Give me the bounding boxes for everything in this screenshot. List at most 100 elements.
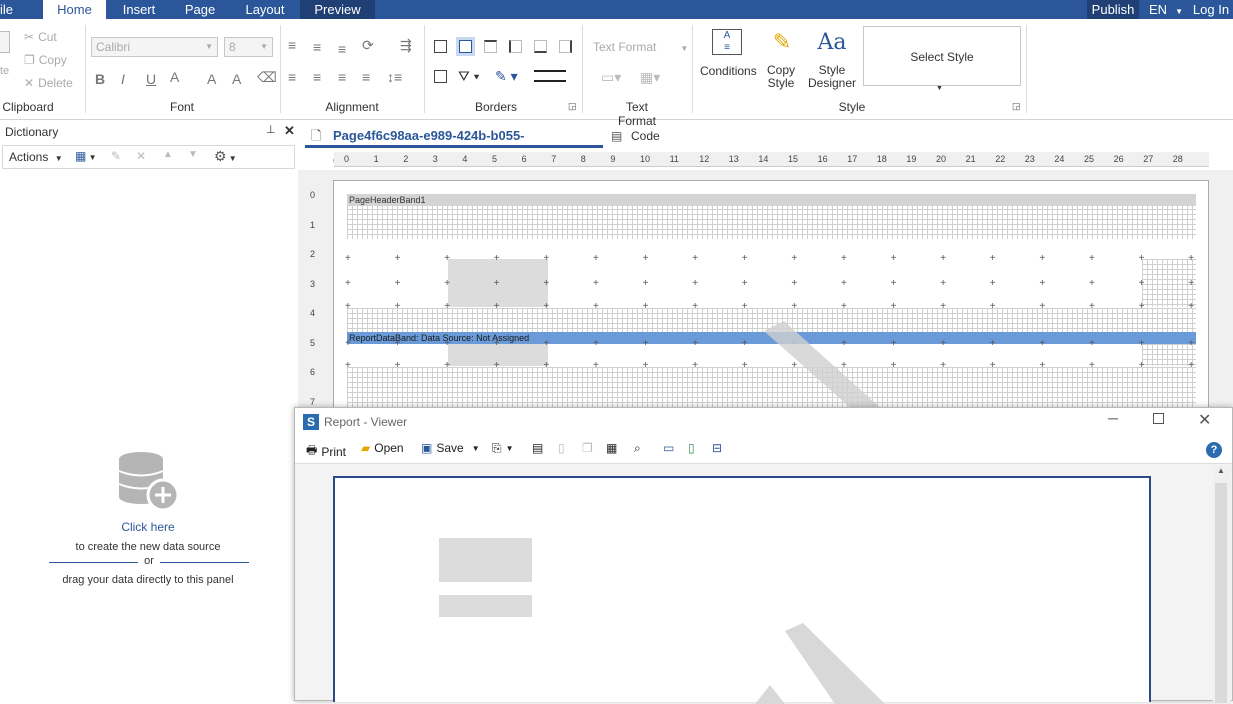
edit-icon[interactable]: ✎ [111, 149, 121, 163]
style-designer-button[interactable]: Style Designer [806, 64, 858, 90]
report-viewer-window[interactable]: S Report - Viewer ─ ✕ 🖶 Print ▰ Open ▣ Save… [294, 407, 1233, 704]
separator [424, 25, 425, 113]
grid-cross: + [940, 338, 947, 349]
grid-cross: + [345, 253, 351, 264]
font-family-select[interactable]: Calibri ▼ [91, 37, 218, 57]
language-selector[interactable]: EN ▼ [1143, 0, 1187, 19]
thumbnails-icon[interactable]: ❐ [582, 441, 593, 455]
copy-style-brush-icon[interactable]: ✎ [767, 31, 797, 55]
pin-icon[interactable]: ⊥ [266, 123, 276, 136]
open-button[interactable]: ▰ Open [361, 441, 404, 455]
underline-icon[interactable]: U [146, 71, 156, 87]
parameters-icon[interactable]: ▯ [558, 441, 565, 455]
bold-icon[interactable]: B [95, 71, 105, 87]
select-style-gallery[interactable]: Select Style [863, 26, 1021, 86]
border-settings-icon[interactable] [434, 70, 447, 83]
move-down-icon[interactable]: ▼ [188, 149, 198, 160]
close-icon[interactable]: ✕ [284, 123, 295, 139]
find-icon[interactable]: ⌕ [634, 441, 641, 456]
border-all-icon[interactable] [434, 40, 447, 53]
move-up-icon[interactable]: ▲ [163, 149, 173, 160]
close-icon[interactable]: ✕ [1198, 410, 1211, 430]
scissors-icon: ✂ [24, 30, 35, 44]
justify-icon[interactable]: ≡ [362, 69, 370, 85]
cut-button[interactable]: ✂ Cut [24, 30, 57, 44]
tab-code[interactable]: ▤ Code [607, 124, 667, 148]
login-button[interactable]: Log In [1189, 0, 1233, 19]
delete-icon[interactable]: ✕ [136, 149, 146, 163]
fill-color-icon[interactable]: ⛛ ▾ [458, 68, 480, 84]
font-size-select[interactable]: 8 ▼ [224, 37, 273, 57]
border-none-icon[interactable] [456, 37, 475, 56]
align-center-icon[interactable]: ≡ [313, 69, 321, 85]
report-page[interactable]: PageHeaderBand1 ReportDataBand: Data Sou… [333, 180, 1209, 410]
gear-icon[interactable]: ⚙ ▼ [214, 148, 237, 165]
new-item-icon[interactable]: ▦ ▼ [75, 149, 96, 163]
shrink-font-icon[interactable]: A [232, 71, 241, 87]
vertical-scrollbar[interactable]: ▲ [1213, 466, 1231, 703]
chevron-down-icon[interactable]: ▼ [936, 85, 943, 92]
copy-style-button[interactable]: Copy Style [760, 64, 802, 90]
create-data-source-link[interactable]: Click here [0, 520, 296, 534]
conditions-label[interactable]: Conditions [700, 64, 757, 78]
border-style-icon[interactable] [534, 70, 566, 82]
send-email-button[interactable]: ⎘ ▼ [492, 441, 514, 456]
publish-button[interactable]: Publish [1087, 0, 1139, 19]
document-tabs: 🗋Page4f6c98aa-e989-424b-b055-e26809e3ce3… [305, 124, 1233, 167]
ruler-mark: 19 [906, 154, 917, 164]
tab-page-designer[interactable]: 🗋Page4f6c98aa-e989-424b-b055-e26809e3ce3… [305, 124, 603, 167]
bookmarks-icon[interactable]: ▤ [532, 441, 543, 455]
borders-dialog-launcher-icon[interactable]: ◲ [568, 101, 577, 112]
maximize-icon[interactable] [1153, 413, 1164, 424]
border-left-icon[interactable] [509, 40, 522, 53]
clear-format-icon[interactable]: ⌫ [257, 69, 277, 85]
font-color-icon[interactable]: A [170, 69, 179, 85]
grid-cross: + [989, 360, 996, 371]
align-bottom-icon[interactable]: ≡ [338, 41, 346, 57]
single-page-icon[interactable]: ▭ [663, 441, 674, 455]
line-spacing-icon[interactable]: ↕≡ [387, 69, 402, 85]
multiple-pages-icon[interactable]: ⊟ [712, 441, 722, 455]
tab-home[interactable]: Home [43, 0, 106, 19]
print-button[interactable]: 🖶 Print [306, 441, 346, 462]
help-icon[interactable]: ? [1206, 442, 1222, 458]
minimize-icon[interactable]: ─ [1108, 410, 1118, 426]
cut-label: Cut [38, 30, 57, 44]
tab-preview[interactable]: Preview [300, 0, 375, 19]
copy-button[interactable]: ❐ Copy [24, 53, 67, 67]
tab-file[interactable]: ile [0, 0, 16, 19]
save-button[interactable]: ▣ Save ▼ [421, 441, 480, 455]
rotate-text-icon[interactable]: ⟳ [362, 37, 374, 53]
align-right-icon[interactable]: ≡ [338, 69, 346, 85]
delete-button[interactable]: ✕ Delete [24, 76, 73, 90]
actions-menu[interactable]: Actions ▼ [9, 150, 63, 164]
italic-icon[interactable]: I [121, 71, 125, 87]
continuous-page-icon[interactable]: ▯ [688, 441, 695, 455]
ruler-mark: 11 [669, 154, 679, 164]
conditions-icon[interactable]: A ≡ [712, 29, 742, 55]
grow-font-icon[interactable]: A [207, 71, 216, 87]
editor-icon[interactable]: ▦ [606, 441, 617, 455]
align-left-icon[interactable]: ≡ [288, 69, 296, 85]
tab-page[interactable]: Page [172, 0, 228, 19]
border-right-icon[interactable] [559, 40, 572, 53]
border-bottom-icon[interactable] [534, 40, 547, 53]
database-add-icon[interactable] [117, 450, 181, 512]
paste-icon[interactable] [0, 31, 10, 53]
align-middle-icon[interactable]: ≡ [313, 39, 321, 55]
word-wrap-icon[interactable]: ⇶ [400, 37, 412, 53]
tab-insert[interactable]: Insert [110, 0, 168, 19]
format-icon[interactable]: ▭▾ [601, 69, 621, 85]
tab-layout[interactable]: Layout [232, 0, 298, 19]
border-color-icon[interactable]: ✎ ▾ [495, 68, 518, 84]
ruler-mark: 8 [580, 154, 586, 164]
style-designer-icon[interactable]: Aa [817, 29, 847, 57]
align-top-icon[interactable]: ≡ [288, 37, 296, 53]
grid-cross: + [593, 301, 599, 312]
style-dialog-launcher-icon[interactable]: ◲ [1012, 101, 1021, 112]
scroll-thumb[interactable] [1215, 483, 1227, 703]
format-settings-icon[interactable]: ▦▾ [640, 69, 660, 85]
border-top-icon[interactable] [484, 40, 497, 53]
text-format-select[interactable]: Text Format ▼ [593, 40, 688, 54]
scroll-up-icon[interactable]: ▲ [1217, 466, 1225, 475]
